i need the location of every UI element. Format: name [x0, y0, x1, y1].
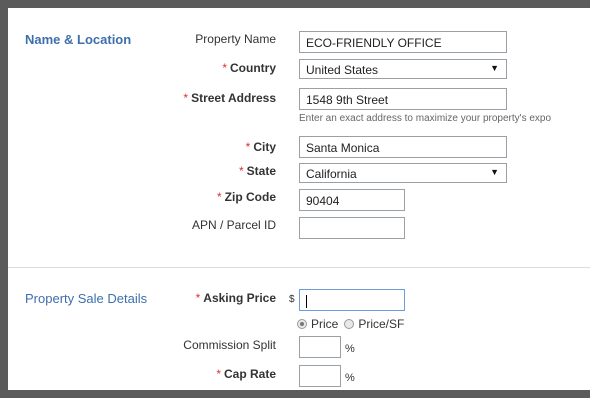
price-per-sf-radio-label[interactable]: Price/SF	[358, 317, 404, 331]
street-address-input[interactable]: 1548 9th Street	[299, 88, 507, 110]
state-label: * State	[238, 164, 276, 178]
street-address-hint: Enter an exact address to maximize your …	[299, 113, 552, 124]
city-label: * City	[245, 140, 276, 154]
zip-code-input[interactable]: 90404	[299, 189, 405, 211]
price-per-sf-radio[interactable]	[344, 319, 355, 329]
asking-price-label: * Asking Price	[195, 291, 276, 305]
asking-price-input[interactable]	[299, 289, 405, 311]
chevron-down-icon: ▼	[490, 63, 499, 73]
cap-rate-label: * Cap Rate	[216, 367, 276, 381]
section-title-sale-details: Property Sale Details	[25, 291, 148, 306]
apn-input[interactable]	[299, 217, 405, 239]
price-type-radio-group: Price Price/SF	[297, 317, 410, 331]
chevron-down-icon: ▼	[490, 167, 499, 177]
zip-code-label: * Zip Code	[217, 190, 276, 204]
street-address-label: * Street Address	[183, 91, 276, 105]
property-form-panel: Name & Location Property Name ECO-FRIEND…	[8, 8, 590, 390]
price-radio[interactable]	[297, 319, 307, 329]
country-label: * Country	[222, 61, 276, 75]
section-title-name-location: Name & Location	[25, 32, 132, 47]
property-name-label: Property Name	[195, 32, 276, 46]
text-caret	[306, 295, 307, 309]
currency-symbol: $	[289, 294, 295, 305]
commission-split-input[interactable]	[299, 336, 341, 358]
cap-rate-input[interactable]	[299, 365, 341, 387]
cap-rate-unit: %	[345, 372, 355, 384]
commission-split-unit: %	[345, 343, 355, 355]
commission-split-label: Commission Split	[183, 338, 276, 352]
country-select[interactable]: United States ▼	[299, 59, 507, 79]
apn-label: APN / Parcel ID	[191, 218, 276, 232]
property-name-input[interactable]: ECO-FRIENDLY OFFICE	[299, 31, 507, 53]
price-radio-label[interactable]: Price	[311, 317, 338, 331]
section-divider	[8, 267, 590, 268]
state-select[interactable]: California ▼	[299, 163, 507, 183]
city-input[interactable]: Santa Monica	[299, 136, 507, 158]
